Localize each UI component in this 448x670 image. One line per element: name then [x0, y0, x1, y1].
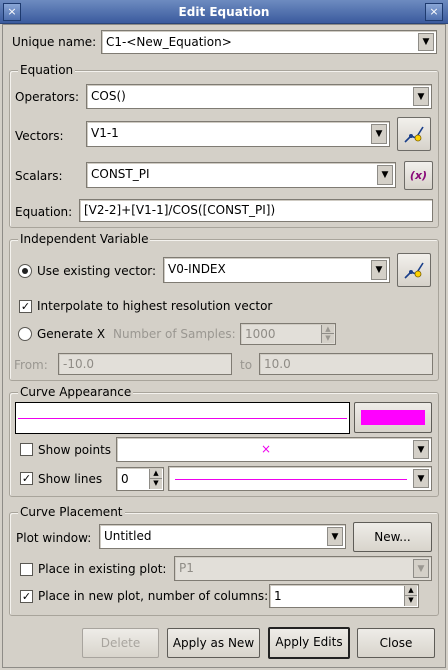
columns-spinner[interactable]: ▲ ▼	[404, 586, 417, 606]
unique-name-value: C1-<New_Equation>	[106, 35, 232, 49]
plot-window-combo[interactable]: Untitled ▼	[99, 524, 346, 549]
unique-name-combo[interactable]: C1-<New_Equation> ▼	[101, 30, 437, 54]
independent-variable-title: Independent Variable	[18, 232, 151, 246]
from-label: From:	[14, 358, 48, 372]
point-style-combo[interactable]: × ▼	[116, 437, 432, 462]
color-swatch	[361, 410, 425, 425]
generate-x-label: Generate X	[37, 327, 106, 341]
new-plot-label: Place in new plot, number of columns:	[38, 589, 269, 603]
unique-name-label: Unique name:	[12, 35, 97, 49]
independent-vector-combo[interactable]: V0-INDEX ▼	[163, 257, 390, 283]
existing-plot-combo[interactable]: P1 ▼	[174, 556, 432, 581]
delete-button[interactable]: Delete	[82, 628, 159, 658]
chevron-down-icon[interactable]: ▼	[413, 87, 429, 106]
from-input[interactable]: -10.0	[58, 353, 232, 375]
columns-spinbox[interactable]: 1 ▲ ▼	[269, 584, 419, 608]
samples-spinner[interactable]: ▲ ▼	[321, 325, 334, 343]
curve-pick-icon	[404, 126, 424, 143]
samples-value: 1000	[245, 327, 276, 341]
line-width-spinbox[interactable]: 0 ▲ ▼	[116, 467, 164, 491]
samples-label: Number of Samples:	[113, 327, 236, 341]
vector-select-button[interactable]	[397, 117, 431, 151]
scalar-icon: (x)	[409, 169, 428, 182]
curve-placement-title: Curve Placement	[18, 505, 125, 519]
chevron-down-icon[interactable]: ▼	[371, 124, 387, 144]
operators-label: Operators:	[15, 90, 80, 104]
point-marker: ×	[260, 442, 272, 456]
independent-vector-select-button[interactable]	[397, 253, 431, 287]
existing-plot-value: P1	[179, 561, 194, 575]
apply-edits-button[interactable]: Apply Edits	[268, 627, 350, 659]
use-existing-label: Use existing vector:	[37, 264, 157, 278]
line-style-combo[interactable]: ▼	[168, 466, 432, 491]
window-title: Edit Equation	[178, 5, 270, 19]
show-points-checkbox[interactable]	[20, 443, 33, 456]
curve-pick-icon	[404, 262, 424, 279]
chevron-down-icon[interactable]: ▼	[413, 469, 429, 488]
equation-input[interactable]: [V2-2]+[V1-1]/COS([CONST_PI])	[79, 199, 433, 222]
vectors-combo[interactable]: V1-1 ▼	[86, 121, 390, 147]
use-existing-radio[interactable]	[18, 264, 32, 278]
line-width-value: 0	[121, 472, 129, 486]
line-style-sample	[175, 479, 407, 480]
samples-spinbox[interactable]: 1000 ▲ ▼	[240, 323, 336, 345]
curve-preview	[15, 402, 350, 434]
line-width-spinner[interactable]: ▲ ▼	[149, 469, 162, 489]
operators-combo[interactable]: COS() ▼	[86, 84, 432, 109]
interpolate-label: Interpolate to highest resolution vector	[37, 299, 273, 313]
independent-vector-value: V0-INDEX	[168, 262, 226, 276]
curve-appearance-title: Curve Appearance	[18, 385, 134, 399]
columns-value: 1	[274, 589, 282, 603]
to-label: to	[240, 358, 253, 372]
chevron-down-icon[interactable]: ▼	[327, 527, 343, 546]
close-window-icon[interactable]: ×	[425, 3, 443, 21]
apply-as-new-button[interactable]: Apply as New	[167, 628, 260, 658]
plot-window-label: Plot window:	[16, 531, 92, 545]
scalars-combo[interactable]: CONST_PI ▼	[86, 162, 396, 188]
existing-plot-label: Place in existing plot:	[38, 562, 167, 576]
interpolate-checkbox[interactable]: ✓	[19, 300, 32, 313]
scalars-value: CONST_PI	[91, 167, 150, 181]
equation-label: Equation:	[15, 205, 73, 219]
equation-group-title: Equation	[18, 63, 76, 77]
curve-preview-line	[18, 418, 347, 419]
vectors-label: Vectors:	[15, 129, 64, 143]
scalar-select-button[interactable]: (x)	[404, 161, 433, 190]
existing-plot-checkbox[interactable]	[20, 563, 33, 576]
chevron-down-icon[interactable]: ▼	[377, 165, 393, 185]
show-lines-checkbox[interactable]: ✓	[20, 472, 33, 485]
vectors-value: V1-1	[91, 126, 119, 140]
new-plot-checkbox[interactable]: ✓	[20, 590, 33, 603]
new-plot-window-button[interactable]: New...	[353, 522, 432, 552]
close-button[interactable]: Close	[357, 628, 435, 658]
color-button[interactable]	[354, 402, 432, 433]
operators-value: COS()	[91, 89, 126, 103]
chevron-down-icon[interactable]: ▼	[413, 440, 429, 459]
chevron-down-icon[interactable]: ▼	[418, 33, 434, 51]
chevron-down-icon[interactable]: ▼	[413, 559, 429, 578]
generate-x-radio[interactable]	[18, 327, 32, 341]
to-input[interactable]: 10.0	[259, 353, 433, 375]
chevron-down-icon[interactable]: ▼	[371, 260, 387, 280]
plot-window-value: Untitled	[104, 529, 152, 543]
show-lines-label: Show lines	[38, 472, 103, 486]
scalars-label: Scalars:	[15, 169, 63, 183]
show-points-label: Show points	[38, 443, 112, 457]
